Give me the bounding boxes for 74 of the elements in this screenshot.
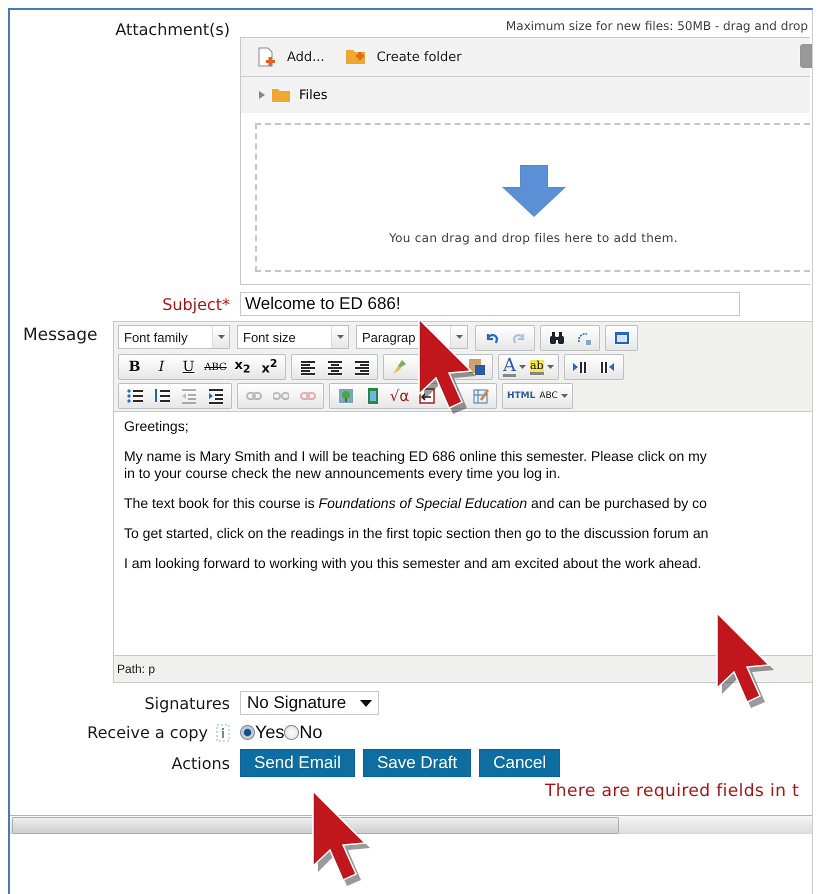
folder-name[interactable]: Files (299, 88, 328, 102)
brush-icon (392, 359, 408, 375)
subscript-button[interactable]: x$_{2}$ (229, 356, 256, 378)
info-icon[interactable] (216, 724, 230, 742)
table-edit-icon (472, 388, 488, 404)
message-body[interactable] (114, 411, 812, 656)
copy-radio[interactable]: No (284, 722, 322, 743)
folder-icon (271, 87, 291, 103)
strikethrough-button[interactable]: ABC (202, 356, 229, 378)
format-dropdown[interactable]: Font size (237, 325, 349, 349)
down-arrow-icon (502, 164, 566, 216)
add-file-icon (257, 47, 277, 67)
caret-icon (456, 335, 462, 339)
drop-hint: You can drag and drop files here to add them. (389, 230, 678, 244)
clipboard-icon (468, 359, 484, 375)
drop-zone[interactable]: You can drag and drop files here to add them. (255, 123, 810, 272)
indent-icon (208, 388, 224, 404)
text-color-button[interactable]: A (501, 356, 528, 378)
html-button[interactable]: HTML (505, 385, 538, 407)
field-label: Subject* (161, 294, 231, 314)
underline-button[interactable]: U (175, 356, 202, 378)
format-dropdown[interactable]: Font family (118, 325, 230, 349)
field-label: Actions (170, 754, 231, 772)
align-right-icon (354, 359, 370, 375)
caret-icon (546, 365, 554, 369)
folder-add-icon (344, 48, 367, 66)
action-button[interactable]: Cancel (479, 749, 560, 777)
message-paragraph: The text book for this course is Foundations of Special Education and can be purchased by co (124, 495, 708, 512)
add-button[interactable]: Add... (257, 47, 325, 67)
equation-button[interactable]: √α (386, 385, 413, 407)
align-left-icon (300, 359, 316, 375)
collapsed-icon[interactable] (257, 90, 267, 100)
copy-radio[interactable]: Yes (240, 722, 284, 743)
scrollbar-thumb[interactable] (12, 817, 619, 834)
message-paragraph: Greetings; (124, 418, 190, 435)
nonbreaking-icon (418, 388, 434, 404)
field-label: Signatures (143, 694, 231, 712)
action-button[interactable]: Save Draft (362, 749, 472, 777)
italic-button[interactable]: I (148, 356, 175, 378)
horizontal-scrollbar[interactable] (10, 815, 812, 834)
align-center-icon (326, 359, 342, 375)
outdent-icon (180, 388, 196, 404)
binoculars-icon (548, 330, 564, 346)
right-to-left-icon (599, 359, 616, 375)
radio-dot[interactable] (240, 725, 255, 740)
replace-icon (576, 330, 592, 346)
signature-dropdown[interactable]: No Signature (240, 691, 380, 715)
message-paragraph: I am looking forward to working with you this semester and am excited about the work ahead. (124, 555, 702, 572)
bullet-list-icon (126, 388, 142, 404)
caret-icon (336, 335, 344, 339)
element-path: Path: p (116, 661, 156, 678)
bold-button[interactable]: B (121, 356, 148, 378)
message-paragraph: To get started, click on the readings in the first topic section then go to the discussion forum an (124, 525, 710, 542)
message-paragraph: My name is Mary Smith and I will be teaching ED 686 online this semester. Please click on my in to your course check the new announcements every time you log in. (124, 448, 708, 482)
superscript-button[interactable]: x$^{2}$ (256, 356, 283, 378)
action-button[interactable]: Send Email (240, 749, 355, 777)
size-note: Maximum size for new files: 50MB - drag and drop (506, 19, 808, 33)
numbered-list-icon (154, 388, 170, 404)
caret-icon (560, 394, 568, 398)
spellcheck-button[interactable]: ABC (537, 385, 570, 407)
highlight-button[interactable]: ab (528, 356, 556, 378)
radio-dot[interactable] (284, 725, 300, 740)
left-to-right-icon (572, 359, 588, 375)
error-message: There are required fields in t (545, 781, 800, 801)
field-label: Attachment(s) (114, 20, 231, 39)
caret-icon (218, 335, 224, 339)
subject-field[interactable]: Welcome to ED 686! (240, 292, 740, 316)
field-label: Message (22, 324, 99, 345)
image-icon (338, 388, 354, 404)
field-label: Receive a copy (87, 723, 208, 742)
create-folder-button[interactable]: Create folder (344, 48, 462, 66)
caret-icon (519, 365, 526, 369)
caret-icon (360, 700, 372, 706)
fullscreen-icon (614, 330, 630, 346)
